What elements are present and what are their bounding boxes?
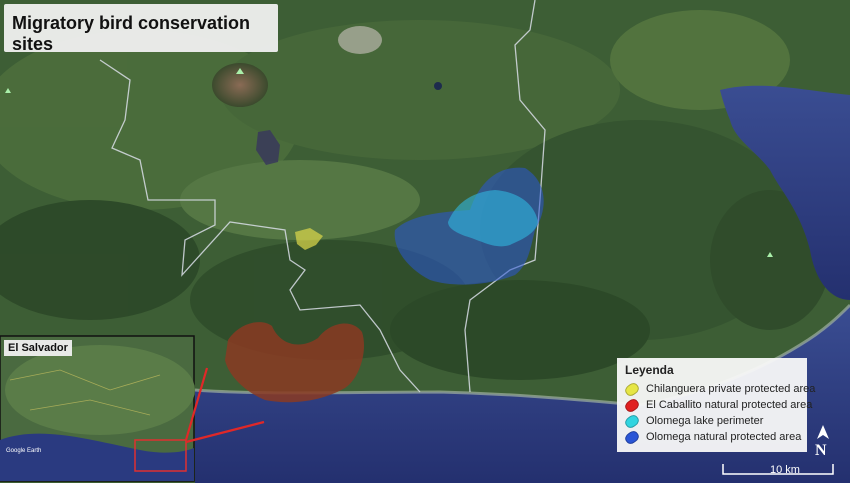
map-title: Migratory bird conservation sites <box>4 4 278 54</box>
legend: Leyenda Chilanguera private protected ar… <box>617 358 815 452</box>
google-earth-watermark: Google Earth <box>6 448 41 454</box>
legend-swatch <box>623 396 641 414</box>
small-lake <box>434 82 442 90</box>
legend-item-label: Chilanguera private protected area <box>646 383 816 395</box>
scale-label: 10 km <box>770 464 800 476</box>
inset-label: El Salvador <box>4 340 72 356</box>
legend-item-el-caballito: El Caballito natural protected area <box>623 396 812 414</box>
town <box>338 26 382 54</box>
legend-swatch <box>623 380 641 398</box>
legend-item-label: Olomega natural protected area <box>646 431 802 443</box>
legend-item-chilanguera: Chilanguera private protected area <box>623 380 815 398</box>
inset-map: Google Earth <box>0 335 195 482</box>
legend-title: Leyenda <box>625 363 674 377</box>
legend-swatch <box>623 428 641 446</box>
legend-item-olomega-protected: Olomega natural protected area <box>623 428 802 446</box>
legend-item-label: Olomega lake perimeter <box>646 415 764 427</box>
legend-item-label: El Caballito natural protected area <box>646 399 813 411</box>
legend-swatch <box>623 412 641 430</box>
north-label: N <box>815 442 827 459</box>
legend-item-olomega-lake: Olomega lake perimeter <box>623 412 799 430</box>
